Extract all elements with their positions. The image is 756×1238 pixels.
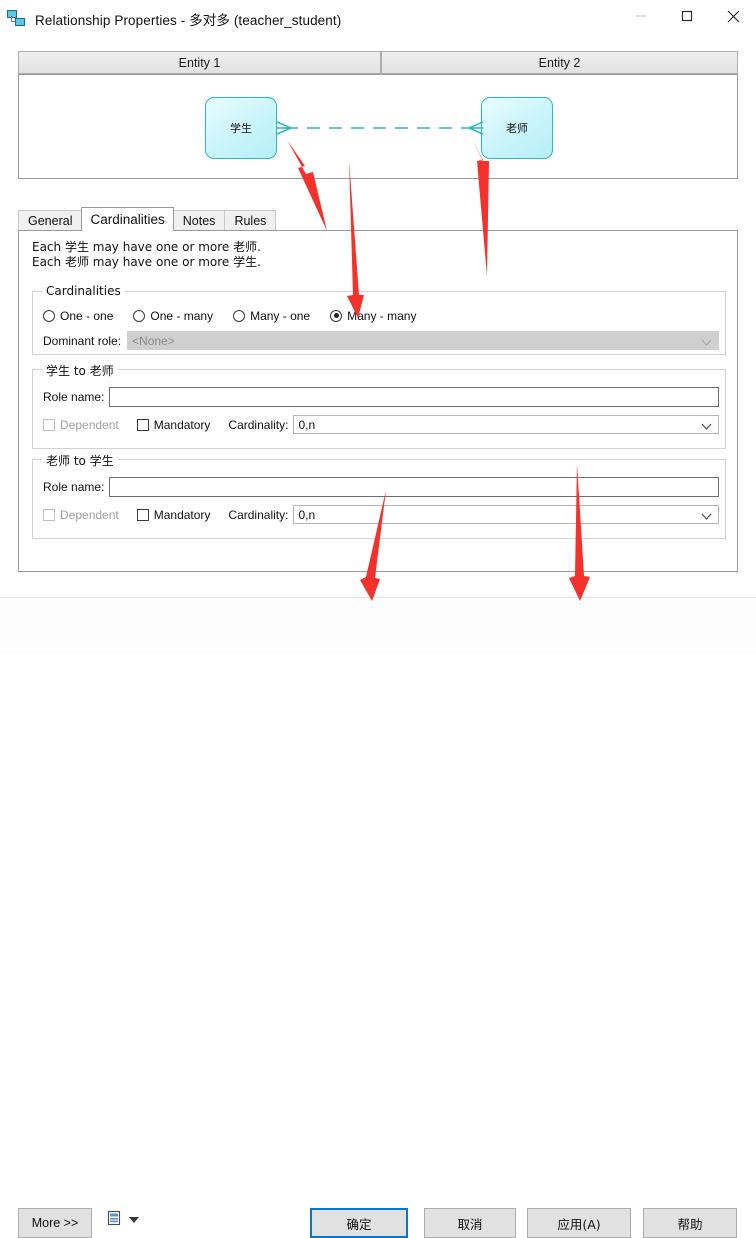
dominant-role-label: Dominant role: — [43, 333, 122, 348]
role-b-cardinality-value: 0,n — [298, 507, 316, 522]
more-button[interactable]: More >> — [18, 1208, 92, 1238]
apply-button-label: 应用(A) — [557, 1216, 601, 1232]
cardinality-radio-group: One - one One - many Many - one Many - m… — [43, 309, 436, 323]
relationship-description: Each 学生 may have one or more 老师. Each 老师… — [32, 240, 261, 270]
radio-one-one[interactable]: One - one — [43, 309, 113, 323]
checkbox-box-mandatory-b — [136, 508, 149, 521]
role-a-dependent-label: Dependent — [60, 417, 119, 432]
radio-label-one-one: One - one — [60, 309, 114, 323]
radio-label-many-many: Many - many — [347, 309, 417, 323]
role-a-cardinality-value: 0,n — [298, 417, 316, 432]
dominant-role-row: Dominant role: <None> — [43, 331, 719, 350]
role-b-group: 老师 to 学生 Role name: Dependent Mandatory … — [32, 452, 726, 539]
role-a-name-input[interactable] — [109, 387, 719, 407]
chevron-down-icon — [701, 510, 712, 524]
role-a-group: 学生 to 老师 Role name: Dependent Mandatory … — [32, 362, 726, 449]
role-b-cardinality-label: Cardinality: — [228, 507, 289, 522]
more-button-label: More >> — [31, 1216, 79, 1230]
role-a-cardinality-select[interactable]: 0,n — [293, 415, 719, 434]
ok-button[interactable]: 确定 — [310, 1208, 408, 1238]
relationship-diagram: 学生 老师 — [18, 74, 738, 179]
radio-dot-one-many — [133, 310, 146, 322]
chevron-down-icon — [701, 420, 712, 434]
role-a-cardinality-label: Cardinality: — [228, 417, 289, 432]
tab-rules[interactable]: Rules — [224, 210, 277, 231]
role-b-cardinality-select[interactable]: 0,n — [293, 505, 719, 524]
radio-dot-many-one — [233, 310, 246, 322]
cardinalities-panel: Each 学生 may have one or more 老师. Each 老师… — [18, 230, 738, 572]
maximize-button[interactable] — [664, 0, 710, 32]
relationship-link — [276, 121, 484, 135]
tab-general[interactable]: General — [18, 210, 83, 231]
checkbox-box-dependent-a — [43, 418, 55, 431]
report-icon[interactable] — [106, 1210, 122, 1229]
tab-cardinalities[interactable]: Cardinalities — [81, 207, 174, 231]
cancel-button[interactable]: 取消 — [424, 1208, 516, 1238]
checkbox-box-dependent-b — [43, 508, 55, 521]
entity1-header[interactable]: Entity 1 — [18, 51, 381, 74]
radio-one-many[interactable]: One - many — [133, 309, 213, 323]
tab-strip: General Cardinalities Notes Rules — [18, 207, 277, 231]
cancel-button-label: 取消 — [457, 1216, 483, 1232]
footer-bar: More >> 确定 取消 应用(A) 帮助 — [0, 598, 756, 1238]
tab-notes[interactable]: Notes — [172, 210, 226, 231]
minimize-button[interactable] — [618, 0, 664, 32]
role-a-legend: 学生 to 老师 — [42, 362, 118, 379]
cardinalities-group: Cardinalities One - one One - many Many … — [32, 284, 726, 355]
cardinalities-group-legend: Cardinalities — [42, 284, 125, 298]
report-button-group[interactable] — [106, 1210, 140, 1229]
close-button[interactable] — [710, 0, 756, 32]
window-title: Relationship Properties - 多对多 (teacher_s… — [35, 13, 342, 28]
role-a-dependent-checkbox[interactable]: Dependent — [43, 418, 119, 432]
checkbox-box-mandatory-a — [136, 418, 149, 431]
role-b-options-row: Dependent Mandatory Cardinality: 0,n — [43, 505, 719, 524]
relationship-icon — [7, 10, 27, 28]
dominant-role-value: <None> — [132, 333, 175, 348]
dominant-role-select[interactable]: <None> — [127, 331, 719, 350]
role-a-mandatory-checkbox[interactable]: Mandatory — [136, 417, 211, 432]
radio-many-one[interactable]: Many - one — [233, 309, 310, 323]
help-button-label: 帮助 — [677, 1216, 703, 1232]
help-button[interactable]: 帮助 — [643, 1208, 737, 1238]
window-controls — [618, 0, 756, 38]
role-b-mandatory-label: Mandatory — [153, 507, 211, 522]
radio-label-one-many: One - many — [150, 309, 214, 323]
ok-button-label: 确定 — [346, 1216, 372, 1232]
role-b-legend: 老师 to 学生 — [42, 452, 118, 469]
chevron-down-icon — [701, 336, 712, 350]
role-a-options-row: Dependent Mandatory Cardinality: 0,n — [43, 415, 719, 434]
role-b-dependent-label: Dependent — [60, 507, 119, 522]
apply-button[interactable]: 应用(A) — [527, 1208, 631, 1238]
role-b-dependent-checkbox[interactable]: Dependent — [43, 508, 119, 522]
report-dropdown-icon[interactable] — [129, 1213, 140, 1227]
role-a-name-row: Role name: — [43, 387, 719, 407]
description-line-1: Each 学生 may have one or more 老师. — [32, 240, 261, 254]
radio-many-many[interactable]: Many - many — [330, 309, 416, 323]
description-line-2: Each 老师 may have one or more 学生. — [32, 255, 261, 269]
role-a-mandatory-label: Mandatory — [153, 417, 211, 432]
role-b-name-label: Role name: — [43, 480, 105, 494]
role-b-mandatory-checkbox[interactable]: Mandatory — [136, 507, 211, 522]
radio-dot-many-many — [330, 310, 343, 322]
entity2-header[interactable]: Entity 2 — [381, 51, 738, 74]
role-b-name-row: Role name: — [43, 477, 719, 497]
role-a-name-label: Role name: — [43, 390, 105, 404]
title-bar: Relationship Properties - 多对多 (teacher_s… — [0, 0, 756, 38]
radio-label-many-one: Many - one — [250, 309, 311, 323]
role-b-name-input[interactable] — [109, 477, 719, 497]
radio-dot-one-one — [43, 310, 55, 322]
